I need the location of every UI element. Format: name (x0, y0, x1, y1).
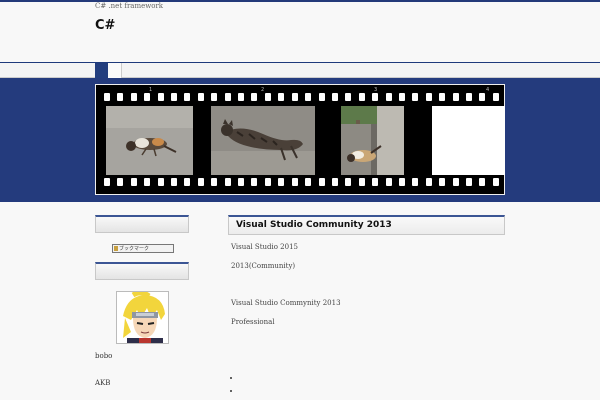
frame-number: 2 (261, 87, 265, 93)
sprocket-hole (345, 93, 352, 101)
sprocket-hole (117, 93, 124, 101)
sprocket-hole (305, 93, 312, 101)
sprocket-hole (130, 93, 137, 101)
sprocket-hole (372, 93, 379, 101)
sprocket-hole (318, 93, 325, 101)
sprocket-hole (385, 178, 392, 186)
bookmark-label: ブックマーク (119, 246, 150, 252)
avatar-anime-character-icon (117, 292, 168, 343)
sprocket-hole (398, 178, 405, 186)
sprocket-hole (144, 178, 151, 186)
cat-photo-3[interactable] (341, 106, 404, 175)
filmstrip-slideshow[interactable]: 1 2 3 4 (95, 84, 505, 195)
post-title[interactable]: Visual Studio Community 2013 (236, 220, 392, 230)
sprocket-hole (425, 178, 432, 186)
site-tagline: C# .net framework (95, 2, 164, 10)
sprocket-hole (331, 93, 338, 101)
sprocket-hole (278, 93, 285, 101)
sprocket-hole (398, 93, 405, 101)
sprocket-hole (318, 178, 325, 186)
sprocket-hole (184, 178, 191, 186)
sprocket-hole (372, 178, 379, 186)
profile-name: bobo (95, 352, 113, 360)
sprocket-hole (278, 178, 285, 186)
sprocket-hole (238, 178, 245, 186)
film-sprocket-holes-top (104, 93, 499, 101)
sprocket-hole (171, 93, 178, 101)
sprocket-hole (104, 178, 110, 186)
list-bullet (230, 377, 232, 379)
sprocket-hole (291, 93, 298, 101)
sprocket-hole (157, 178, 164, 186)
frame-number: 4 (486, 87, 490, 93)
sprocket-hole (117, 178, 124, 186)
post-paragraph: Visual Studio 2015 (231, 243, 298, 251)
frame-number: 1 (149, 87, 153, 93)
cat-photo-icon (341, 106, 404, 175)
sprocket-hole (305, 178, 312, 186)
sprocket-hole (291, 178, 298, 186)
sprocket-hole (425, 93, 432, 101)
sprocket-hole (452, 93, 459, 101)
sprocket-hole (211, 93, 218, 101)
sprocket-hole (479, 93, 486, 101)
sprocket-hole (144, 93, 151, 101)
site-title[interactable]: C# (95, 18, 115, 33)
nav-tab-home[interactable] (95, 63, 108, 78)
sprocket-hole (358, 178, 365, 186)
sprocket-hole (345, 178, 352, 186)
bookmark-icon (114, 246, 118, 251)
sidebar-widget-header-1 (95, 215, 189, 233)
sprocket-hole (184, 93, 191, 101)
top-accent-line (0, 0, 600, 2)
sprocket-hole (465, 178, 472, 186)
sprocket-hole (439, 178, 446, 186)
sprocket-hole (412, 178, 419, 186)
sprocket-hole (224, 93, 231, 101)
sprocket-hole (452, 178, 459, 186)
sprocket-hole (224, 178, 231, 186)
post-header: Visual Studio Community 2013 (228, 215, 505, 235)
sprocket-hole (211, 178, 218, 186)
post-paragraph: Professional (231, 318, 275, 326)
sprocket-hole (492, 178, 499, 186)
sprocket-hole (104, 93, 110, 101)
blank-frame[interactable] (432, 106, 505, 175)
cat-photo-icon (211, 106, 315, 175)
film-sprocket-holes-bottom (104, 178, 499, 186)
sprocket-hole (331, 178, 338, 186)
sprocket-hole (238, 93, 245, 101)
sprocket-hole (465, 93, 472, 101)
sprocket-hole (251, 93, 258, 101)
sprocket-hole (264, 93, 271, 101)
avatar[interactable] (116, 291, 169, 344)
nav-bar (0, 62, 600, 78)
sprocket-hole (157, 93, 164, 101)
sprocket-hole (385, 93, 392, 101)
cat-photo-2[interactable] (211, 106, 315, 175)
sprocket-hole (358, 93, 365, 101)
list-bullet (230, 390, 232, 392)
frame-number: 3 (374, 87, 378, 93)
sidebar-text: AKB (95, 379, 111, 387)
nav-tab-secondary[interactable] (108, 63, 122, 78)
post-paragraph: Visual Studio Commynity 2013 (231, 299, 341, 307)
sprocket-hole (171, 178, 178, 186)
cat-photo-icon (106, 106, 193, 175)
cat-photo-1[interactable] (106, 106, 193, 175)
sprocket-hole (479, 178, 486, 186)
sprocket-hole (264, 178, 271, 186)
sprocket-hole (439, 93, 446, 101)
sprocket-hole (197, 178, 204, 186)
sprocket-hole (197, 93, 204, 101)
sidebar-widget-header-2 (95, 262, 189, 280)
sprocket-hole (251, 178, 258, 186)
sprocket-hole (130, 178, 137, 186)
post-paragraph: 2013(Community) (231, 262, 296, 270)
sprocket-hole (492, 93, 499, 101)
sprocket-hole (412, 93, 419, 101)
bookmark-button[interactable]: ブックマーク (112, 244, 174, 253)
